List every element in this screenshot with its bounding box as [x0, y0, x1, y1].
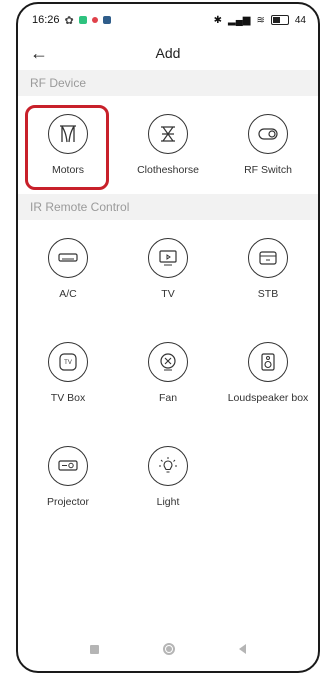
device-loudspeaker-box[interactable]: Loudspeaker box: [218, 332, 318, 436]
clotheshorse-icon: [148, 114, 188, 154]
back-arrow-icon[interactable]: ←: [30, 43, 48, 64]
recent-apps-icon[interactable]: [90, 644, 99, 654]
device-label: Projector: [46, 496, 89, 508]
device-stb[interactable]: STB: [218, 228, 318, 332]
device-label: A/C: [59, 288, 77, 300]
speaker-icon: [248, 342, 288, 382]
signal-icon: ▂▄▆: [228, 14, 251, 26]
svg-text:TV: TV: [64, 360, 72, 366]
notification-icon: ✿: [64, 14, 74, 27]
app-blue-icon: [102, 16, 111, 24]
header: ← Add: [18, 36, 318, 70]
device-light[interactable]: Light: [118, 436, 218, 540]
device-projector[interactable]: Projector: [18, 436, 118, 540]
nav-back-icon[interactable]: [239, 644, 246, 654]
selection-highlight: [25, 105, 109, 190]
device-label: Loudspeaker box: [227, 392, 309, 404]
device-label: STB: [257, 288, 279, 300]
device-label: TV Box: [50, 392, 86, 404]
home-icon[interactable]: [163, 643, 175, 655]
section-ir-remote-control: IR Remote Control: [18, 194, 318, 220]
bluetooth-icon: ✱: [213, 14, 223, 26]
ac-icon: [48, 238, 88, 278]
stb-icon: [248, 238, 288, 278]
device-tv[interactable]: TV: [118, 228, 218, 332]
tv-icon: [148, 238, 188, 278]
page-title: Add: [155, 45, 181, 61]
device-fan[interactable]: Fan: [118, 332, 218, 436]
fan-icon: [148, 342, 188, 382]
status-bar: 16:26 ✿ ✱ ▂▄▆ ≋ 44: [18, 4, 318, 36]
light-bulb-icon: [148, 446, 188, 486]
ir-device-grid: A/C TV STB TV TV Box Fan Loudspeaker box…: [18, 220, 318, 540]
app-red-icon: [91, 17, 98, 23]
phone-frame: 16:26 ✿ ✱ ▂▄▆ ≋ 44 ← Add RF Device Motor…: [16, 2, 320, 673]
device-motors[interactable]: Motors: [18, 104, 118, 194]
device-label: Light: [156, 496, 180, 508]
battery-icon: [270, 15, 289, 25]
switch-icon: [248, 114, 288, 154]
system-navigation-bar: [18, 643, 318, 655]
app-green-icon: [78, 16, 87, 24]
rf-device-grid: Motors Clotheshorse RF Switch: [18, 96, 318, 194]
projector-icon: [48, 446, 88, 486]
tv-box-icon: TV: [48, 342, 88, 382]
device-tv-box[interactable]: TV TV Box: [18, 332, 118, 436]
section-rf-device: RF Device: [18, 70, 318, 96]
device-clotheshorse[interactable]: Clotheshorse: [118, 104, 218, 194]
device-label: RF Switch: [244, 164, 292, 176]
device-ac[interactable]: A/C: [18, 228, 118, 332]
device-rf-switch[interactable]: RF Switch: [218, 104, 318, 194]
status-time: 16:26: [32, 14, 60, 26]
wifi-icon: ≋: [256, 14, 265, 26]
battery-level: 44: [294, 14, 306, 26]
device-label: Fan: [158, 392, 178, 404]
device-label: TV: [161, 288, 175, 300]
section-title: RF Device: [30, 76, 87, 90]
section-title: IR Remote Control: [30, 200, 130, 214]
device-label: Clotheshorse: [137, 164, 199, 176]
